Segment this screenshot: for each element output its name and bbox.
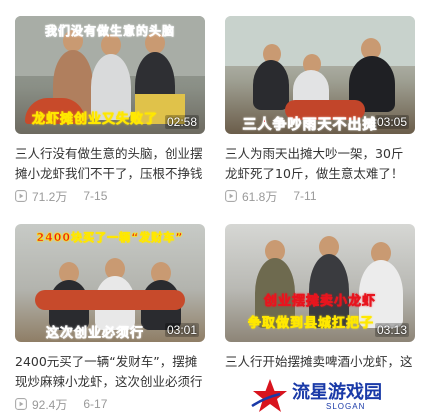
- video-meta: 61.8万 7-11: [225, 188, 415, 204]
- video-card[interactable]: 创业摆摊卖小龙虾 争取做到县城扛把子 03:13 三人行开始摆摊卖啤酒小龙虾，这: [225, 224, 415, 392]
- watermark-text: 流星游戏园: [292, 382, 382, 403]
- watermark-slogan: SLOGAN: [326, 402, 366, 411]
- thumbnail-overlay-top: 创业摆摊卖小龙虾: [263, 294, 376, 310]
- publish-date: 7-15: [83, 189, 108, 203]
- video-meta: 71.2万 7-15: [15, 188, 205, 204]
- video-card[interactable]: 2400块买了一辆“发财车” 这次创业必须行 03:01 2400元买了一辆“发…: [15, 224, 205, 412]
- play-count-icon: [15, 398, 27, 410]
- video-thumbnail[interactable]: 创业摆摊卖小龙虾 争取做到县城扛把子 03:13: [225, 224, 415, 342]
- video-title[interactable]: 三人为雨天出摊大吵一架，30斤龙虾死了10斤，做生意太难了！: [225, 144, 415, 184]
- video-thumbnail[interactable]: 我们没有做生意的头脑 龙虾摊创业又失败了 02:58: [15, 16, 205, 134]
- video-duration: 02:58: [164, 115, 199, 129]
- view-count: 61.8万: [242, 189, 278, 204]
- video-title[interactable]: 三人行没有做生意的头脑，创业摆摊小龙虾我们不干了，压根不挣钱: [15, 144, 205, 184]
- thumbnail-overlay-top: 我们没有做生意的头脑: [44, 24, 175, 39]
- video-duration: 03:01: [164, 323, 199, 337]
- video-thumbnail[interactable]: 三人争吵雨天不出摊 03:05: [225, 16, 415, 134]
- video-card[interactable]: 我们没有做生意的头脑 龙虾摊创业又失败了 02:58 三人行没有做生意的头脑，创…: [15, 16, 205, 204]
- thumbnail-overlay-top: 2400块买了一辆“发财车”: [36, 231, 184, 245]
- view-count: 71.2万: [32, 189, 68, 204]
- play-count-icon: [15, 190, 27, 202]
- publish-date: 6-17: [83, 397, 108, 411]
- video-card[interactable]: 三人争吵雨天不出摊 03:05 三人为雨天出摊大吵一架，30斤龙虾死了10斤，做…: [225, 16, 415, 204]
- publish-date: 7-11: [293, 189, 317, 203]
- video-meta: 92.4万 6-17: [15, 396, 205, 412]
- video-title[interactable]: 2400元买了一辆“发财车”，摆摊现炒麻辣小龙虾，这次创业必须行: [15, 352, 205, 392]
- view-count: 92.4万: [32, 397, 68, 412]
- video-duration: 03:13: [374, 323, 409, 337]
- star-logo-icon: [251, 379, 287, 412]
- video-thumbnail[interactable]: 2400块买了一辆“发财车” 这次创业必须行 03:01: [15, 224, 205, 342]
- play-count-icon: [225, 190, 237, 202]
- site-watermark-logo: 流星游戏园 SLOGAN: [250, 376, 410, 416]
- video-duration: 03:05: [374, 115, 409, 129]
